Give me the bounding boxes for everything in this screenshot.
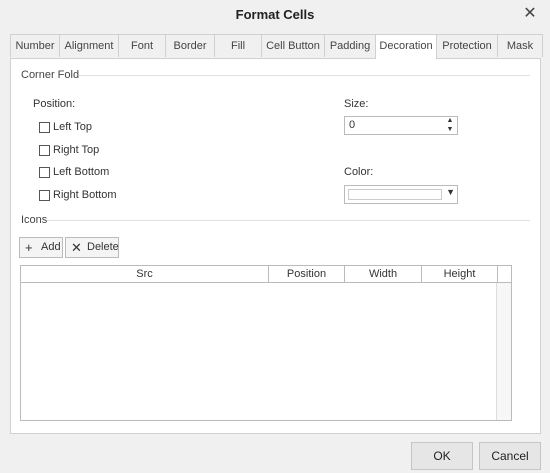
- left-top-checkbox[interactable]: [39, 122, 50, 133]
- spin-up-icon[interactable]: ▲: [443, 117, 457, 125]
- spin-down-icon[interactable]: ▼: [443, 126, 457, 134]
- column-header-width[interactable]: Width: [345, 266, 422, 282]
- icons-table[interactable]: Src Position Width Height: [20, 265, 512, 421]
- tab-cell-button[interactable]: Cell Button: [261, 34, 325, 57]
- dialog-title: Format Cells: [235, 7, 315, 22]
- color-label: Color:: [344, 166, 374, 178]
- left-bottom-label: Left Bottom: [53, 166, 110, 178]
- add-button[interactable]: + Add: [19, 237, 63, 258]
- icons-label: Icons: [21, 214, 48, 226]
- add-button-label: Add: [41, 241, 61, 253]
- color-swatch: [348, 189, 442, 200]
- tab-padding[interactable]: Padding: [324, 34, 376, 57]
- close-icon[interactable]: ✕: [520, 4, 540, 24]
- tab-alignment[interactable]: Alignment: [59, 34, 119, 57]
- tab-mask[interactable]: Mask: [497, 34, 543, 57]
- delete-button[interactable]: ✕ Delete: [65, 237, 119, 258]
- left-top-label: Left Top: [53, 121, 92, 133]
- dropdown-arrow-icon[interactable]: ▼: [446, 187, 455, 197]
- column-header-position[interactable]: Position: [269, 266, 345, 282]
- left-bottom-checkbox[interactable]: [39, 167, 50, 178]
- size-value: 0: [349, 119, 356, 131]
- tab-border[interactable]: Border: [165, 34, 215, 57]
- corner-fold-label: Corner Fold: [21, 69, 80, 81]
- tab-decoration[interactable]: Decoration: [375, 34, 437, 59]
- ok-button[interactable]: OK: [411, 442, 473, 470]
- right-bottom-checkbox[interactable]: [39, 190, 50, 201]
- tab-font[interactable]: Font: [118, 34, 166, 57]
- right-top-checkbox[interactable]: [39, 145, 50, 156]
- tab-strip: Number Alignment Font Border Fill Cell B…: [10, 34, 543, 59]
- tab-protection[interactable]: Protection: [436, 34, 498, 57]
- size-spinner[interactable]: 0 ▲ ▼: [344, 116, 458, 135]
- color-picker[interactable]: ▼: [344, 185, 458, 204]
- delete-button-label: Delete: [87, 241, 119, 253]
- tab-fill[interactable]: Fill: [214, 34, 262, 57]
- vertical-scrollbar[interactable]: [496, 283, 511, 420]
- corner-fold-divider: [75, 75, 530, 76]
- title-bar: Format Cells ✕: [0, 0, 550, 30]
- size-label: Size:: [344, 98, 369, 110]
- position-label: Position:: [33, 98, 76, 110]
- table-header: Src Position Width Height: [21, 266, 511, 283]
- right-bottom-label: Right Bottom: [53, 189, 117, 201]
- column-header-src[interactable]: Src: [21, 266, 269, 282]
- delete-x-icon: ✕: [71, 240, 82, 255]
- decoration-panel: Corner Fold Position: Left Top Right Top…: [10, 58, 541, 434]
- column-header-height[interactable]: Height: [422, 266, 498, 282]
- tab-number[interactable]: Number: [10, 34, 60, 57]
- cancel-button[interactable]: Cancel: [479, 442, 541, 470]
- right-top-label: Right Top: [53, 144, 100, 156]
- icons-divider: [47, 220, 530, 221]
- plus-icon: +: [25, 240, 33, 255]
